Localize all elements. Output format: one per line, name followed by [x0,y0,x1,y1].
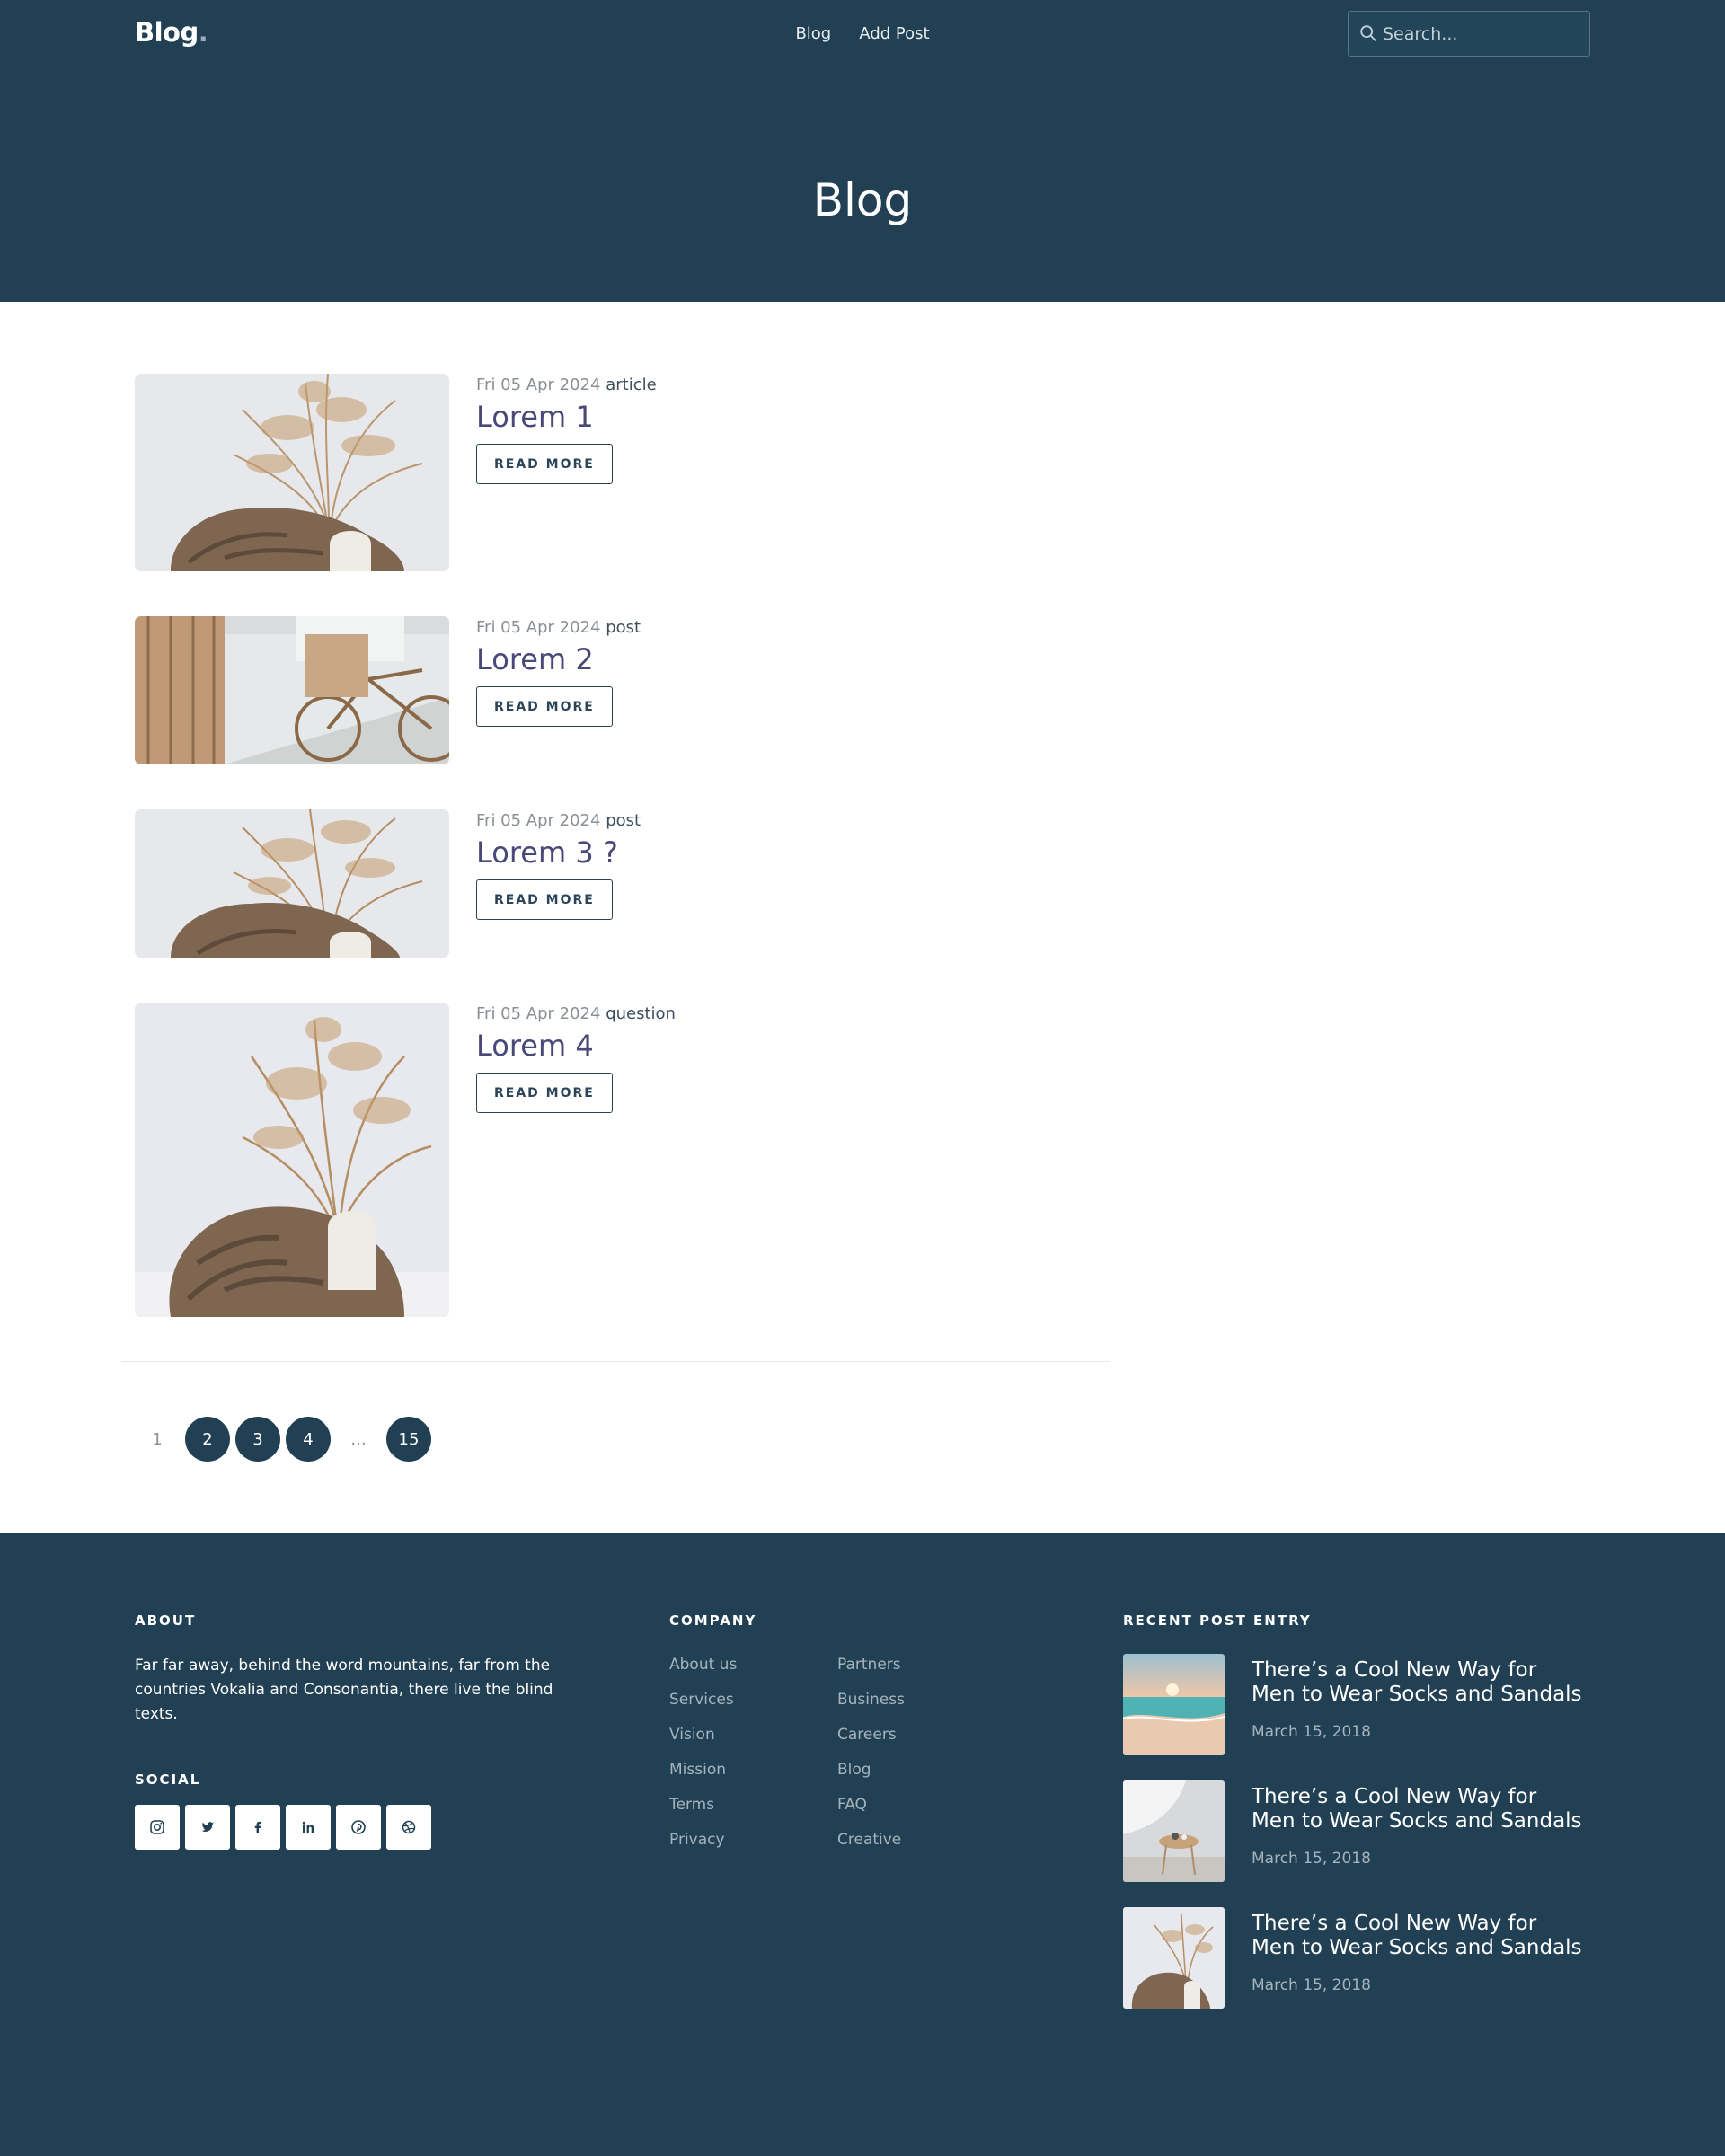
footer-link[interactable]: Careers [837,1726,905,1761]
recent-post[interactable]: There’s a Cool New Way for Men to Wear S… [1123,1654,1590,1755]
page-3[interactable]: 3 [235,1417,280,1462]
read-more-button[interactable]: READ MORE [476,1073,613,1113]
recent-post-thumbnail[interactable] [1123,1907,1225,2009]
recent-post-thumbnail[interactable] [1123,1654,1225,1755]
footer-link[interactable]: About us [669,1656,737,1691]
footer-link[interactable]: Vision [669,1726,737,1761]
post-body: Fri 05 Apr 2024 post Lorem 3 ? READ MORE [476,809,641,920]
recent-post-date: March 15, 2018 [1252,1723,1371,1741]
post-meta: Fri 05 Apr 2024 post [476,811,641,830]
post-body: Fri 05 Apr 2024 post Lorem 2 READ MORE [476,616,641,727]
recent-post-title[interactable]: There’s a Cool New Way for Men to Wear S… [1252,1785,1584,1833]
footer-link[interactable]: Mission [669,1761,737,1796]
read-more-button[interactable]: READ MORE [476,444,613,484]
recent-post[interactable]: There’s a Cool New Way for Men to Wear S… [1123,1907,1590,2009]
post-meta: Fri 05 Apr 2024 article [476,376,657,394]
recent-post-title[interactable]: There’s a Cool New Way for Men to Wear S… [1252,1658,1584,1707]
post-thumbnail[interactable] [135,374,449,571]
recent-post[interactable]: There’s a Cool New Way for Men to Wear S… [1123,1780,1590,1882]
search-input[interactable] [1383,12,1580,56]
company-links-col1: About us Services Vision Mission Terms P… [669,1656,737,1866]
post-category[interactable]: article [606,376,656,394]
footer-link[interactable]: Partners [837,1656,905,1691]
post-date: Fri 05 Apr 2024 [476,618,601,637]
post-body: Fri 05 Apr 2024 question Lorem 4 READ MO… [476,1003,676,1113]
page-2[interactable]: 2 [185,1417,230,1462]
post-title[interactable]: Lorem 3 ? [476,835,641,870]
nav-add-post[interactable]: Add Post [859,24,929,43]
post-title[interactable]: Lorem 2 [476,642,641,676]
nav-blog[interactable]: Blog [795,24,831,43]
about-heading: ABOUT [135,1613,197,1629]
recent-post-title[interactable]: There’s a Cool New Way for Men to Wear S… [1252,1912,1584,1960]
recent-post-date: March 15, 2018 [1252,1850,1371,1868]
dribbble-icon[interactable] [386,1805,431,1850]
footer-link[interactable]: FAQ [837,1796,905,1831]
post-thumbnail[interactable] [135,1003,449,1317]
post-category[interactable]: post [606,811,641,830]
post-category[interactable]: post [606,618,641,637]
post-meta: Fri 05 Apr 2024 question [476,1004,676,1023]
linkedin-icon[interactable] [286,1805,331,1850]
recent-heading: RECENT POST ENTRY [1123,1613,1312,1629]
facebook-icon[interactable] [235,1805,280,1850]
post-date: Fri 05 Apr 2024 [476,376,601,394]
footer-link[interactable]: Business [837,1691,905,1726]
about-text: Far far away, behind the word mountains,… [135,1657,553,1723]
post-body: Fri 05 Apr 2024 article Lorem 1 READ MOR… [476,374,657,484]
twitter-icon[interactable] [185,1805,230,1850]
post-category[interactable]: question [606,1004,676,1023]
footer-link[interactable]: Services [669,1691,737,1726]
read-more-button[interactable]: READ MORE [476,686,613,727]
read-more-button[interactable]: READ MORE [476,879,613,920]
instagram-icon[interactable] [135,1805,180,1850]
post-date: Fri 05 Apr 2024 [476,1004,601,1023]
social-heading: SOCIAL [135,1772,201,1788]
company-heading: COMPANY [669,1613,757,1629]
pinterest-icon[interactable] [336,1805,381,1850]
post-date: Fri 05 Apr 2024 [476,811,601,830]
post-title[interactable]: Lorem 1 [476,400,657,434]
footer-link[interactable]: Blog [837,1761,905,1796]
page-ellipsis: ... [350,1429,367,1449]
pagination: 1 2 3 4 ... 15 [135,1417,437,1462]
post-thumbnail[interactable] [135,809,449,958]
divider [121,1361,1110,1362]
post-meta: Fri 05 Apr 2024 post [476,618,641,637]
footer: ABOUT Far far away, behind the word moun… [0,1533,1725,2156]
page-1[interactable]: 1 [135,1417,180,1462]
post-title[interactable]: Lorem 4 [476,1029,676,1063]
social-links [135,1805,437,1850]
page-title: Blog [812,174,913,226]
footer-link[interactable]: Creative [837,1831,905,1866]
footer-link[interactable]: Terms [669,1796,737,1831]
recent-post-thumbnail[interactable] [1123,1780,1225,1882]
footer-link[interactable]: Privacy [669,1831,737,1866]
hero-header: Blog. Blog Add Post Blog [0,0,1725,302]
post-thumbnail[interactable] [135,616,449,764]
recent-post-date: March 15, 2018 [1252,1976,1371,1994]
page-4[interactable]: 4 [286,1417,331,1462]
search-icon [1360,25,1377,42]
company-links-col2: Partners Business Careers Blog FAQ Creat… [837,1656,905,1866]
page-15[interactable]: 15 [386,1417,431,1462]
search-box[interactable] [1348,11,1590,57]
